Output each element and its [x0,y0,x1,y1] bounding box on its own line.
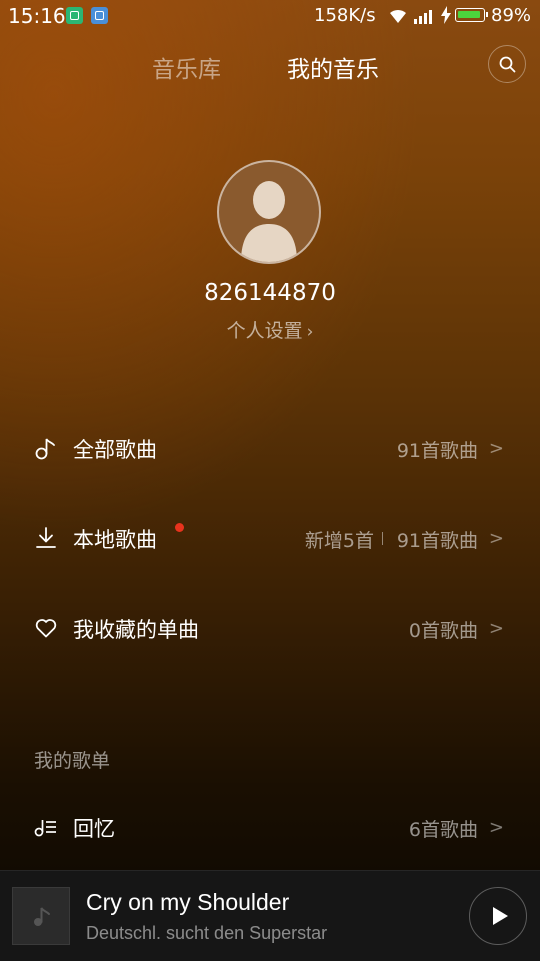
tab-music-library[interactable]: 音乐库 [152,50,221,84]
app-notification-icon [66,7,83,24]
new-badge-dot [175,523,184,532]
song-count: 6首歌曲 [408,819,478,841]
heart-icon [35,619,57,638]
chevron-right-icon: > [488,528,504,549]
list-item-label: 全部歌曲 [73,438,157,462]
avatar[interactable] [217,160,321,264]
battery-percent: 89% [491,5,532,26]
now-playing-bar[interactable]: Cry on my Shoulder Deutschl. sucht den S… [0,870,540,961]
new-songs-count: 新增5首 [304,530,374,552]
status-time: 15:16 [8,4,66,28]
music-note-icon [34,907,50,926]
tab-my-music[interactable]: 我的音乐 [287,50,379,84]
download-icon [36,527,56,548]
now-playing-title: Cry on my Shoulder [86,889,290,915]
song-count: 91首歌曲 [396,530,478,552]
album-art [12,887,70,945]
wifi-icon [390,9,406,23]
charging-icon [441,6,451,24]
profile-settings-label: 个人设置 [226,320,303,342]
song-count: 91首歌曲 [396,440,478,462]
profile-settings-link[interactable]: 个人设置 › [0,316,540,343]
battery-icon [455,8,488,22]
playlist-item[interactable]: 回忆 6首歌曲 > [0,797,540,857]
app-notification-icon [91,7,108,24]
chevron-right-icon: > [488,618,504,639]
divider [382,532,383,545]
signal-icon [414,10,432,24]
list-item-local-songs[interactable]: 本地歌曲 新增5首 91首歌曲 > [0,508,540,568]
list-item-label: 我收藏的单曲 [73,618,199,642]
user-silhouette-icon [241,181,297,262]
search-icon [499,56,516,73]
playlist-icon [34,820,56,837]
chevron-right-icon: › [306,322,314,342]
play-button[interactable] [469,887,527,945]
now-playing-artist: Deutschl. sucht den Superstar [86,923,328,943]
network-speed: 158K/s [314,5,376,26]
list-item-all-songs[interactable]: 全部歌曲 91首歌曲 > [0,418,540,478]
status-bar: 15:16 158K/s 89% [0,0,540,32]
music-note-icon [35,438,55,460]
song-count: 0首歌曲 [408,620,478,642]
section-header-my-playlists: 我的歌单 [34,750,111,772]
chevron-right-icon: > [488,817,504,838]
user-id: 826144870 [204,280,336,306]
chevron-right-icon: > [488,438,504,459]
play-icon [493,907,508,925]
list-item-label: 本地歌曲 [73,528,157,552]
list-item-favorites[interactable]: 我收藏的单曲 0首歌曲 > [0,598,540,658]
list-item-label: 回忆 [73,817,115,841]
search-button[interactable] [488,45,526,83]
